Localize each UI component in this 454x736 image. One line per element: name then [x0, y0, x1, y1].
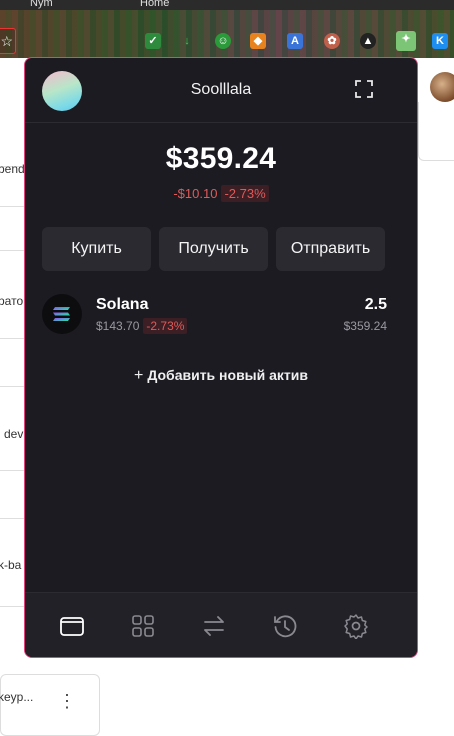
bg-text-keyp: keyp...: [0, 690, 34, 704]
add-asset-button[interactable]: + Добавить новый актив: [25, 367, 417, 385]
tab-home[interactable]: Home: [140, 0, 169, 9]
plus-icon: +: [134, 367, 144, 384]
translate-icon[interactable]: A: [287, 33, 303, 49]
metamask-fox-icon[interactable]: ◆: [250, 33, 266, 49]
background-card: [0, 674, 100, 736]
swap-icon[interactable]: [201, 613, 227, 639]
add-asset-label: Добавить новый актив: [147, 367, 308, 383]
buy-button[interactable]: Купить: [42, 227, 151, 271]
wallet-icon[interactable]: [59, 613, 85, 639]
more-vert-icon[interactable]: ⋮: [58, 692, 76, 710]
asset-price: $143.70 -2.73%: [96, 318, 188, 334]
history-icon[interactable]: [272, 613, 298, 639]
browser-profile-avatar[interactable]: [430, 72, 454, 102]
puzzle-icon[interactable]: ✿: [324, 33, 340, 49]
wallet-header: Soolllala: [25, 58, 417, 123]
asset-change-percent: -2.73%: [143, 318, 188, 334]
asset-value: $359.24: [343, 319, 387, 333]
list-item: [0, 338, 26, 387]
list-item: [0, 518, 26, 607]
list-item: [0, 470, 26, 519]
asset-name: Solana: [96, 296, 149, 313]
settings-gear-icon[interactable]: [343, 613, 369, 639]
list-item: [0, 386, 26, 471]
bottom-nav: [25, 592, 417, 657]
list-item: [0, 120, 26, 167]
browser-toolbar: Nym Home ☆ ✓ ↓ ☺ ◆ A ✿ ▲ ✦ K: [0, 0, 454, 58]
circle-extension-icon[interactable]: ▲: [360, 33, 376, 49]
asset-row-solana[interactable]: Solana $143.70 -2.73% 2.5 $359.24: [42, 294, 387, 336]
tab-strip: Nym Home: [0, 0, 454, 10]
phantom-ghost-icon[interactable]: ✦: [396, 31, 416, 51]
total-balance: $359.24: [165, 142, 277, 175]
balance-change-amount: -$10.10: [173, 186, 218, 201]
face-icon[interactable]: ☺: [215, 33, 231, 49]
solana-icon: [42, 294, 82, 334]
asset-amount: 2.5: [364, 296, 387, 313]
list-item: [0, 206, 26, 251]
download-icon[interactable]: ↓: [179, 33, 195, 49]
balance-change: -$10.10 -2.73%: [25, 185, 417, 202]
balance-change-percent: -2.73%: [221, 185, 269, 202]
send-button[interactable]: Отправить: [276, 227, 385, 271]
shield-check-icon[interactable]: ✓: [145, 33, 161, 49]
asset-price-value: $143.70: [96, 319, 140, 333]
list-item: [0, 250, 26, 339]
expand-icon[interactable]: [355, 80, 373, 98]
tab-nym[interactable]: Nym: [30, 0, 53, 9]
list-item: [0, 166, 26, 207]
background-right-panel: [418, 102, 454, 161]
k-extension-icon[interactable]: K: [432, 33, 448, 49]
wallet-popup: Soolllala $359.24 -$10.10 -2.73% Купить П…: [24, 57, 418, 658]
receive-button[interactable]: Получить: [159, 227, 268, 271]
apps-grid-icon[interactable]: [130, 613, 156, 639]
bookmark-star-icon[interactable]: ☆: [0, 28, 16, 54]
